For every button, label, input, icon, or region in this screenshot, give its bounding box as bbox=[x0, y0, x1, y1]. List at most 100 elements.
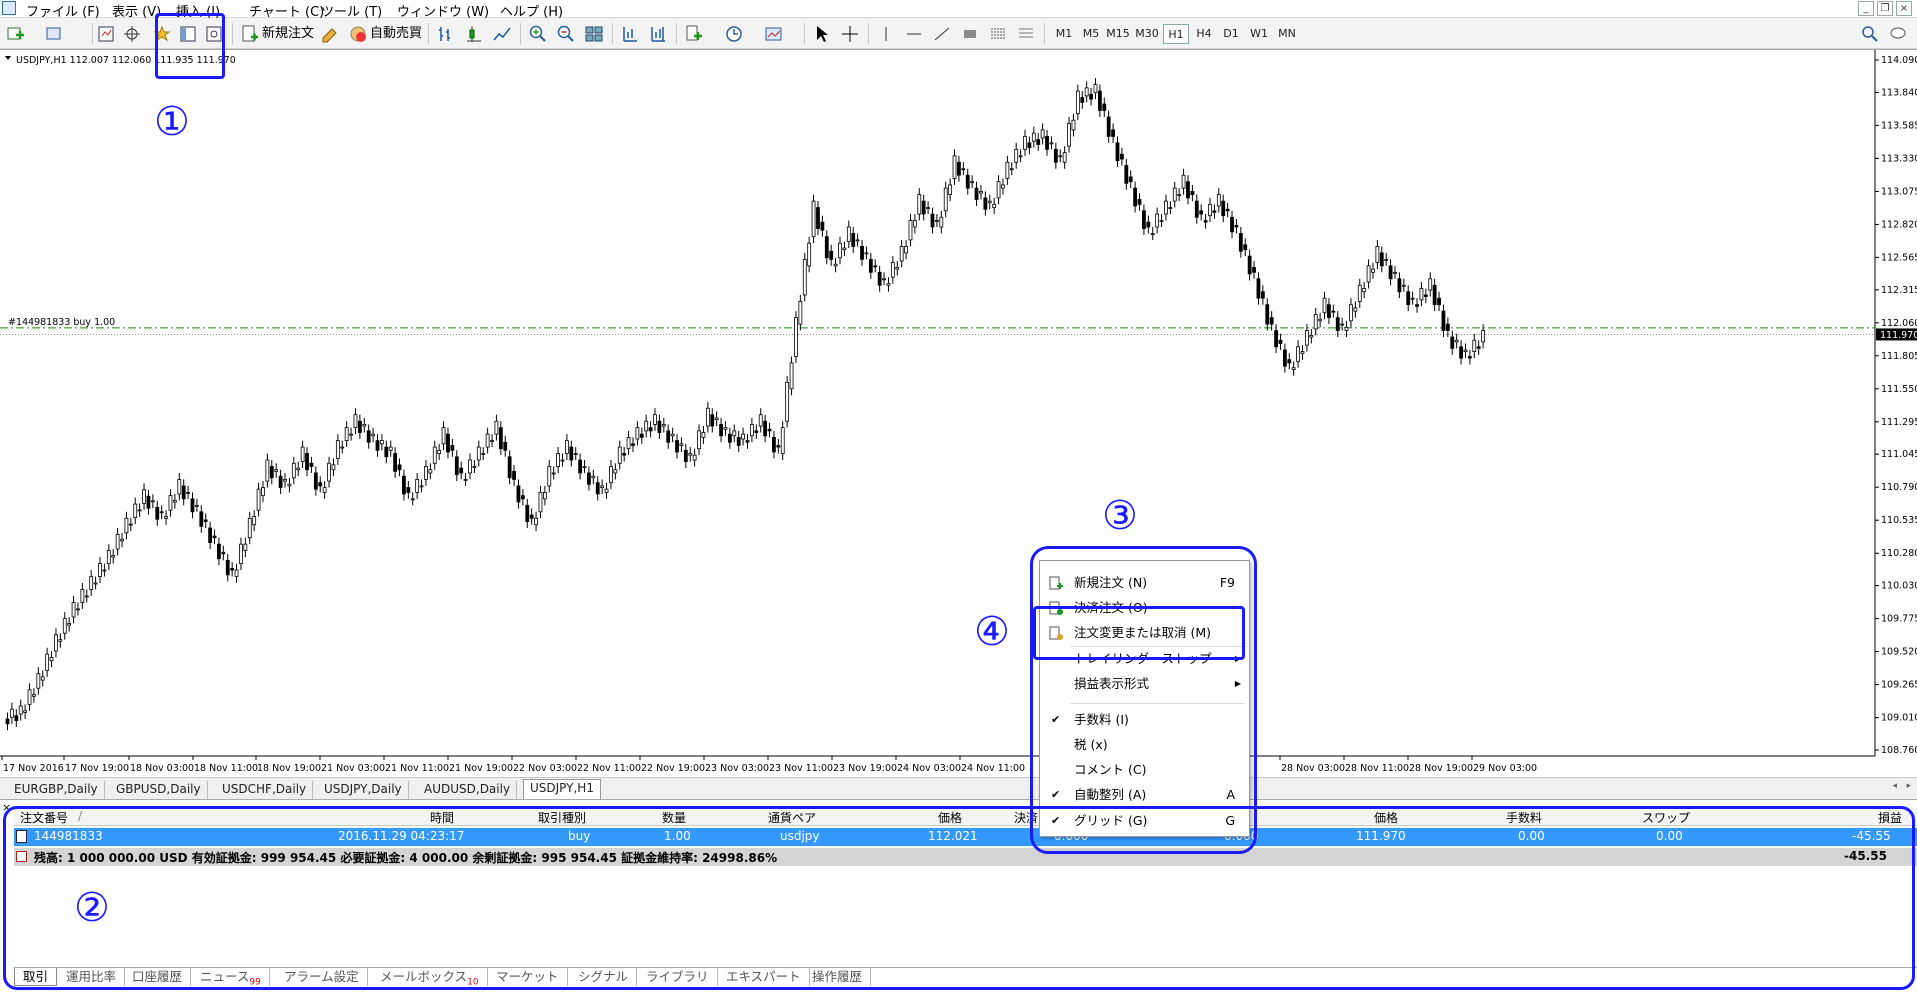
candle-body bbox=[54, 634, 58, 652]
chart-header-arrow-icon bbox=[5, 56, 11, 60]
candle-body bbox=[1009, 168, 1014, 171]
candle-body bbox=[84, 595, 89, 598]
candle-body bbox=[996, 181, 1001, 199]
y-tick-label: 109.775 bbox=[1881, 614, 1917, 625]
meta-editor-icon[interactable] bbox=[320, 24, 340, 44]
periods-icon[interactable] bbox=[724, 24, 744, 44]
candle-body bbox=[1181, 174, 1186, 189]
trendline-icon[interactable] bbox=[932, 24, 952, 44]
candle-body bbox=[472, 466, 477, 468]
candle-body bbox=[675, 440, 679, 453]
timeframe-h1[interactable]: H1 bbox=[1163, 24, 1189, 44]
symbol-tab[interactable]: USDCHF,Daily bbox=[216, 781, 314, 799]
candle-body bbox=[415, 479, 420, 493]
tile-windows-icon[interactable] bbox=[584, 24, 604, 44]
x-tick-label: 24 Nov 03:00 bbox=[897, 763, 961, 774]
symbol-tab[interactable]: AUDUSD,Daily bbox=[418, 781, 518, 799]
candle-body bbox=[102, 569, 107, 572]
candle-body bbox=[965, 174, 970, 189]
candle-body bbox=[617, 446, 622, 464]
text-label-icon[interactable] bbox=[1016, 24, 1036, 44]
candle-body bbox=[335, 440, 340, 459]
autoscroll-icon[interactable] bbox=[648, 24, 668, 44]
timeframe-mn[interactable]: MN bbox=[1274, 24, 1300, 44]
candle-body bbox=[1419, 288, 1424, 301]
chart-shift-icon[interactable] bbox=[620, 24, 640, 44]
candle-body bbox=[604, 488, 609, 493]
vertical-line-icon[interactable] bbox=[876, 24, 896, 44]
timeframe-m5[interactable]: M5 bbox=[1078, 24, 1104, 44]
scroll-right-icon[interactable]: ▸ bbox=[1906, 781, 1911, 791]
candle-body bbox=[507, 456, 512, 479]
candle-body bbox=[1062, 152, 1067, 163]
candle-body bbox=[463, 479, 468, 481]
candle-body bbox=[1247, 255, 1252, 275]
market-watch-icon[interactable] bbox=[96, 24, 116, 44]
x-tick-label: 17 Nov 2016 bbox=[3, 763, 64, 774]
candle-body bbox=[1133, 187, 1138, 207]
candle-body bbox=[697, 430, 701, 450]
symbol-tab[interactable]: GBPUSD,Daily bbox=[110, 781, 208, 799]
candle-body bbox=[402, 475, 406, 495]
timeframe-m15[interactable]: M15 bbox=[1105, 24, 1131, 44]
annotation-box-4 bbox=[1033, 606, 1245, 660]
profiles-icon[interactable] bbox=[44, 24, 64, 44]
symbol-tab-active[interactable]: USDJPY,H1 bbox=[523, 779, 601, 799]
candle-body bbox=[349, 433, 353, 436]
close-icon[interactable]: × bbox=[1896, 1, 1912, 16]
candle-body bbox=[1274, 330, 1278, 348]
chart-canvas[interactable]: 114.090 113.840 113.585 113.330 113.075 112.8… bbox=[0, 50, 1917, 778]
candle-body bbox=[772, 436, 776, 453]
timeframe-h4[interactable]: H4 bbox=[1191, 24, 1217, 44]
scroll-left-icon[interactable]: ◂ bbox=[1892, 781, 1897, 791]
indicators-icon[interactable] bbox=[684, 24, 704, 44]
candlestick-icon[interactable] bbox=[464, 24, 484, 44]
zoom-in-icon[interactable] bbox=[528, 24, 548, 44]
symbol-tab[interactable]: USDJPY,Daily bbox=[318, 781, 409, 799]
candle-body bbox=[754, 430, 759, 433]
data-window-icon[interactable] bbox=[122, 24, 142, 44]
crosshair-icon[interactable] bbox=[840, 24, 860, 44]
y-tick-label: 110.280 bbox=[1881, 548, 1917, 559]
candle-body bbox=[992, 203, 997, 208]
candle-body bbox=[252, 516, 257, 526]
candle-body bbox=[1067, 123, 1071, 147]
new-order-button[interactable]: 新規注文 bbox=[262, 24, 314, 44]
timeframe-m30[interactable]: M30 bbox=[1134, 24, 1160, 44]
candle-body bbox=[587, 472, 591, 485]
timeframe-w1[interactable]: W1 bbox=[1246, 24, 1272, 44]
candle-body bbox=[653, 414, 657, 425]
zoom-out-icon[interactable] bbox=[556, 24, 576, 44]
symbol-tab[interactable]: EURGBP,Daily bbox=[8, 781, 105, 799]
y-tick-label: 112.315 bbox=[1881, 285, 1917, 296]
bar-chart-icon[interactable] bbox=[436, 24, 456, 44]
y-tick-label: 113.585 bbox=[1881, 120, 1917, 131]
chat-icon[interactable] bbox=[1888, 24, 1908, 44]
line-chart-icon[interactable] bbox=[492, 24, 512, 44]
cursor-icon[interactable] bbox=[812, 24, 832, 44]
minimize-icon[interactable]: _ bbox=[1858, 1, 1874, 16]
auto-trading-icon[interactable] bbox=[348, 24, 368, 44]
auto-trading-button[interactable]: 自動売買 bbox=[370, 24, 422, 44]
timeframe-m1[interactable]: M1 bbox=[1051, 24, 1077, 44]
templates-icon[interactable] bbox=[764, 24, 784, 44]
candle-body bbox=[1476, 346, 1481, 349]
new-chart-icon[interactable] bbox=[6, 24, 26, 44]
candle-body bbox=[278, 475, 283, 488]
restore-icon[interactable]: ❐ bbox=[1877, 1, 1893, 16]
fibonacci-icon[interactable] bbox=[988, 24, 1008, 44]
channel-icon[interactable] bbox=[960, 24, 980, 44]
candle-body bbox=[789, 362, 794, 390]
candle-body bbox=[1199, 210, 1204, 215]
annotation-number-4: ④ bbox=[974, 609, 1010, 655]
candle-body bbox=[261, 487, 265, 497]
price-chart[interactable]: 114.090 113.840 113.585 113.330 113.075 112.8… bbox=[0, 49, 1917, 777]
candle-body bbox=[635, 427, 640, 440]
timeframe-d1[interactable]: D1 bbox=[1218, 24, 1244, 44]
app-logo-icon bbox=[2, 1, 16, 15]
new-order-icon[interactable] bbox=[240, 24, 260, 44]
candle-body bbox=[62, 618, 67, 634]
candle-body bbox=[366, 430, 371, 443]
horizontal-line-icon[interactable] bbox=[904, 24, 924, 44]
search-icon[interactable] bbox=[1860, 24, 1880, 44]
